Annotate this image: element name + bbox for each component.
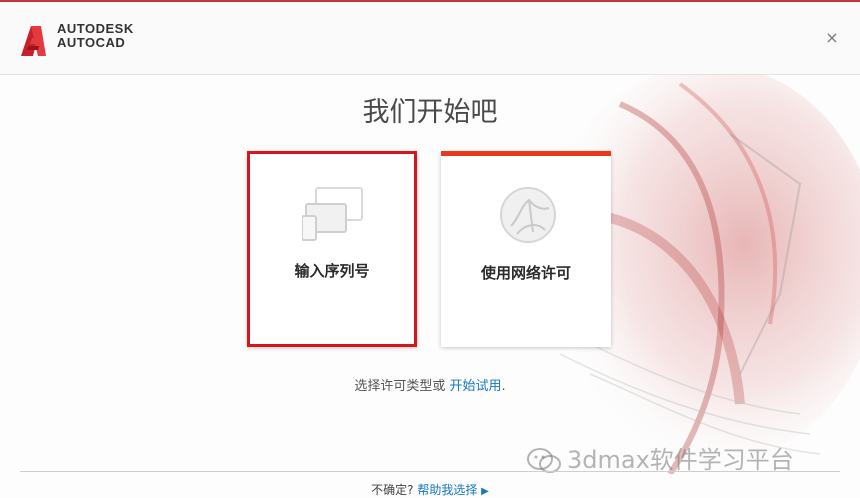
wechat-watermark: 3dmax软件学习平台 — [527, 440, 794, 475]
autocad-logo-icon — [21, 26, 46, 56]
globe-network-icon — [500, 187, 556, 243]
not-sure-text: 不确定? — [371, 483, 414, 497]
close-button[interactable]: × — [824, 30, 840, 46]
enter-serial-number-label: 输入序列号 — [294, 262, 370, 280]
help-me-choose-link[interactable]: 帮助我选择 ▶ — [417, 483, 489, 497]
footer: 不确定? 帮助我选择 ▶ — [0, 481, 860, 498]
license-type-hint: 选择许可类型或 开始试用. — [0, 375, 860, 394]
brand-line-autodesk: AUTODESK — [57, 21, 134, 36]
page-title: 我们开始吧 — [362, 97, 498, 128]
footer-divider — [20, 471, 840, 472]
use-network-license-card[interactable]: 使用网络许可 — [441, 151, 611, 347]
hint-suffix: . — [501, 379, 506, 394]
help-me-choose-label: 帮助我选择 — [417, 483, 478, 497]
use-network-license-label: 使用网络许可 — [480, 264, 571, 282]
brand-wordmark: AUTODESK AUTOCAD — [57, 22, 134, 50]
watermark-text: 3dmax软件学习平台 — [567, 446, 794, 474]
enter-serial-number-card[interactable]: 输入序列号 — [247, 151, 417, 347]
devices-icon — [302, 187, 363, 241]
autocad-license-dialog: AUTODESK AUTOCAD × 我们开始吧 输入序列号 使用网络许可 选择… — [0, 0, 860, 498]
hint-text: 选择许可类型或 — [354, 379, 446, 394]
play-arrow-icon: ▶ — [481, 486, 489, 497]
start-trial-link[interactable]: 开始试用 — [450, 379, 502, 394]
brand-line-autocad: AUTOCAD — [57, 35, 126, 50]
title-bar: AUTODESK AUTOCAD × — [0, 2, 860, 75]
